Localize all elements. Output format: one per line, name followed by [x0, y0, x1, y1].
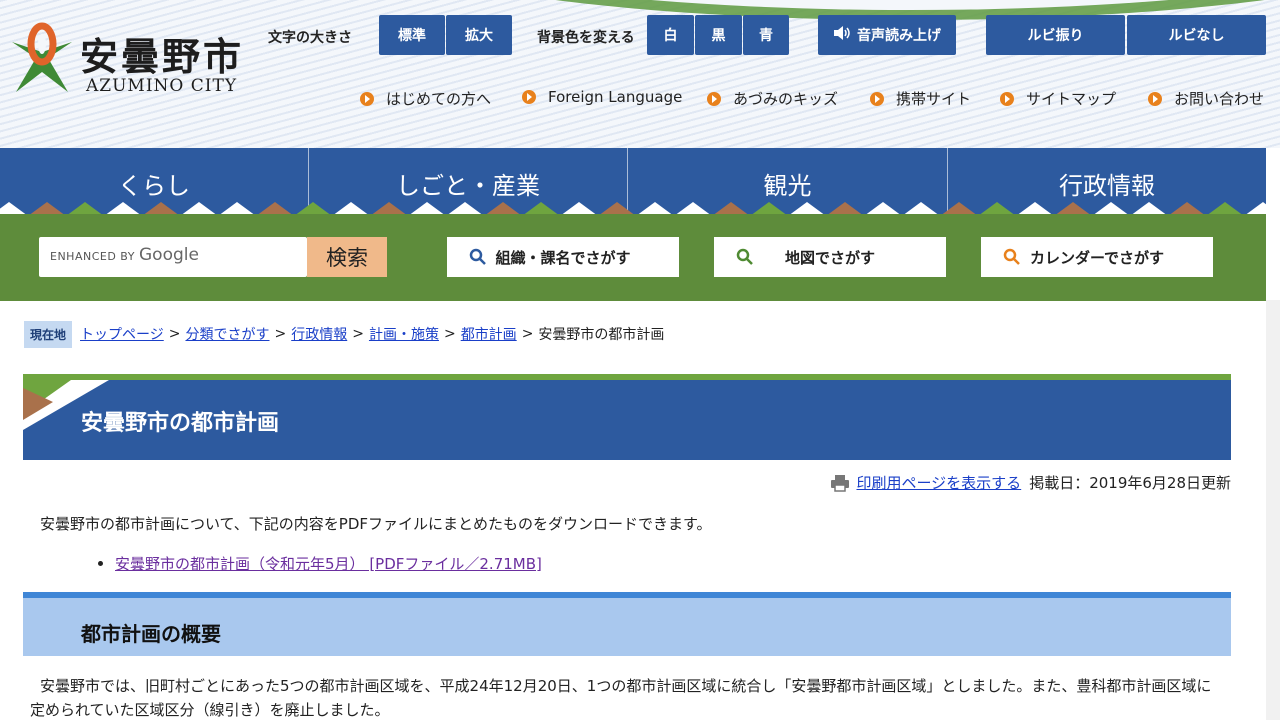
- utility-nav-label: 携帯サイト: [896, 90, 972, 108]
- breadcrumb-link-government[interactable]: 行政情報: [291, 324, 347, 344]
- printer-icon: [831, 474, 850, 492]
- site-header: 安曇野市 AZUMINO CITY 文字の大きさ 標準 拡大 背景色を変える 白…: [0, 0, 1280, 148]
- logo-name-jp: 安曇野市: [80, 34, 245, 79]
- pdf-download-link[interactable]: 安曇野市の都市計画（令和元年5月） [PDFファイル／2.71MB]: [115, 553, 542, 574]
- bg-black-button[interactable]: 黒: [695, 15, 742, 55]
- bg-blue-button[interactable]: 青: [743, 15, 789, 55]
- site-search-input[interactable]: ENHANCED BY Google: [39, 237, 307, 277]
- read-aloud-label: 音声読み上げ: [857, 28, 941, 44]
- breadcrumb-badge: 現在地: [24, 320, 73, 348]
- speaker-icon: [833, 25, 851, 45]
- map-search-label: 地図でさがす: [784, 248, 875, 267]
- search-button[interactable]: 検索: [307, 237, 387, 277]
- bg-white-button[interactable]: 白: [647, 15, 694, 55]
- utility-nav-label: はじめての方へ: [386, 90, 492, 108]
- utility-nav-label: お問い合わせ: [1174, 90, 1265, 108]
- search-icon: [469, 248, 486, 265]
- intro-text: 安曇野市の都市計画について、下記の内容をPDFファイルにまとめたものをダウンロー…: [40, 515, 712, 533]
- breadcrumb-link-plans[interactable]: 計画・施策: [369, 324, 439, 344]
- section-body-text: 安曇野市では、旧町村ごとにあった5つの都市計画区域を、平成24年12月20日、1…: [30, 677, 1212, 719]
- utility-nav-item-sitemap[interactable]: サイトマップ: [1000, 88, 1116, 109]
- bullet-icon: [98, 561, 103, 566]
- arrow-bullet-icon: [1148, 91, 1162, 106]
- map-search-button[interactable]: 地図でさがす: [714, 237, 946, 277]
- arrow-bullet-icon: [1000, 91, 1014, 106]
- breadcrumb-link-top[interactable]: トップページ: [80, 324, 164, 344]
- breadcrumb-separator: >: [521, 326, 534, 342]
- page-title: 安曇野市の都市計画: [81, 411, 280, 436]
- breadcrumb-separator: >: [443, 326, 456, 342]
- breadcrumb-link-urban-planning[interactable]: 都市計画: [461, 324, 517, 344]
- breadcrumb-current: 安曇野市の都市計画: [538, 327, 665, 343]
- arrow-bullet-icon: [707, 91, 721, 106]
- calendar-search-button[interactable]: カレンダーでさがす: [981, 237, 1213, 277]
- title-accent-line: [23, 374, 1231, 380]
- utility-nav-item-first-visit[interactable]: はじめての方へ: [360, 88, 491, 109]
- utility-nav: はじめての方へ Foreign Language あづみのキッズ 携帯サイト サ…: [0, 88, 1280, 112]
- ruby-on-button[interactable]: ルビ振り: [986, 15, 1125, 55]
- breadcrumb-separator: >: [168, 326, 181, 342]
- section-heading: 都市計画の概要: [81, 622, 221, 646]
- scrollbar-track[interactable]: [1266, 300, 1280, 720]
- section-heading-block: 都市計画の概要: [23, 592, 1231, 656]
- page-title-banner: 安曇野市の都市計画: [23, 374, 1231, 460]
- search-icon: [736, 248, 753, 265]
- breadcrumb-separator: >: [274, 326, 287, 342]
- utility-nav-item-contact[interactable]: お問い合わせ: [1148, 88, 1264, 109]
- arrow-bullet-icon: [522, 90, 536, 104]
- search-enhanced-by: ENHANCED BY: [50, 250, 135, 263]
- bg-color-label: 背景色を変える: [537, 30, 635, 46]
- arrow-bullet-icon: [870, 91, 884, 106]
- page-meta: 印刷用ページを表示する 掲載日：2019年6月28日更新: [830, 472, 1231, 493]
- org-search-button[interactable]: 組織・課名でさがす: [447, 237, 679, 277]
- font-large-button[interactable]: 拡大: [446, 15, 512, 55]
- print-page-link[interactable]: 印刷用ページを表示する: [856, 472, 1021, 493]
- utility-nav-item-foreign-language[interactable]: Foreign Language: [522, 88, 682, 106]
- utility-nav-item-mobile[interactable]: 携帯サイト: [870, 88, 971, 109]
- utility-nav-item-kids[interactable]: あづみのキッズ: [707, 88, 838, 109]
- ruby-off-button[interactable]: ルビなし: [1127, 15, 1266, 55]
- org-search-label: 組織・課名でさがす: [495, 248, 631, 267]
- list-item: 安曇野市の都市計画（令和元年5月） [PDFファイル／2.71MB]: [98, 553, 542, 574]
- utility-nav-label: Foreign Language: [548, 88, 683, 106]
- breadcrumb-separator: >: [352, 326, 364, 342]
- breadcrumb-link-category[interactable]: 分類でさがす: [185, 324, 269, 344]
- arrow-bullet-icon: [360, 91, 374, 106]
- breadcrumb: 現在地 トップページ > 分類でさがす > 行政情報 > 計画・施策 > 都市計…: [24, 320, 665, 348]
- search-icon: [1003, 248, 1020, 265]
- search-bar: ENHANCED BY Google 検索 組織・課名でさがす 地図でさがす カ…: [0, 214, 1266, 301]
- search-google-brand: Google: [139, 245, 199, 265]
- posted-date: 掲載日：2019年6月28日更新: [1029, 474, 1231, 492]
- utility-nav-label: あづみのキッズ: [733, 90, 839, 108]
- read-aloud-button[interactable]: 音声読み上げ: [818, 15, 956, 55]
- font-standard-button[interactable]: 標準: [379, 15, 445, 55]
- utility-nav-label: サイトマップ: [1026, 90, 1117, 108]
- font-size-label: 文字の大きさ: [268, 30, 352, 46]
- calendar-search-label: カレンダーでさがす: [1029, 248, 1165, 267]
